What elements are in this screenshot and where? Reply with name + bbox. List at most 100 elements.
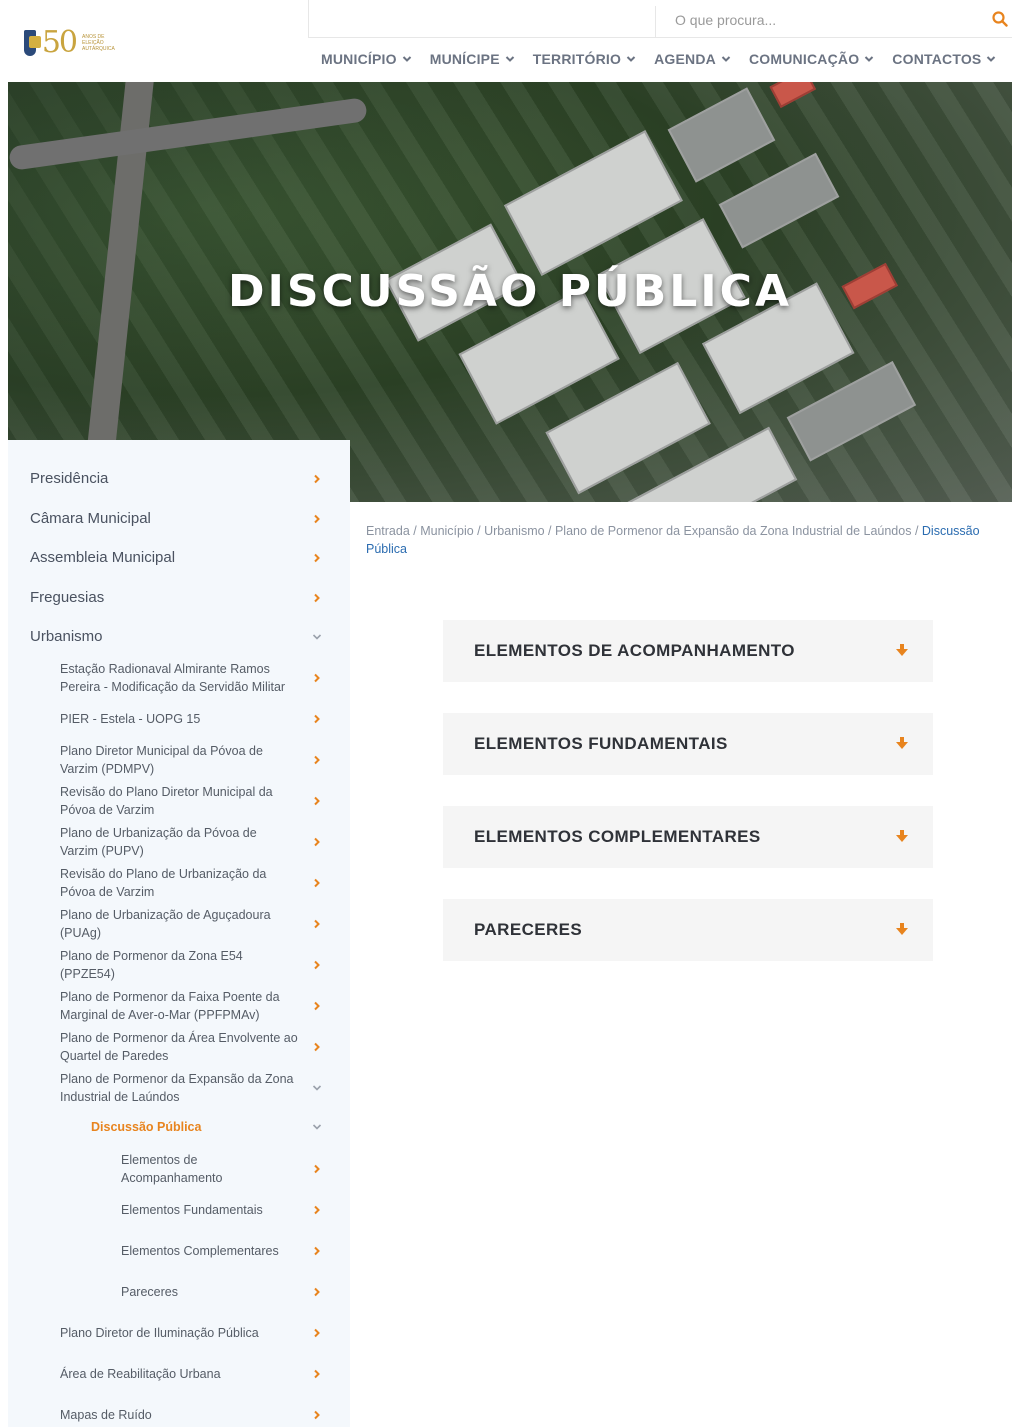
nav-contactos[interactable]: CONTACTOS (883, 46, 1005, 72)
sidebar-item-revisao-pdm[interactable]: Revisão do Plano Diretor Municipal da Pó… (8, 783, 350, 819)
sidebar-item-urbanismo[interactable]: Urbanismo (8, 628, 350, 646)
hero-building (769, 82, 817, 108)
nav-label: MUNICÍPIO (321, 51, 397, 67)
arrow-down-icon (896, 830, 908, 842)
hero-road (8, 97, 368, 171)
sidebar-item-label: Plano Diretor de Iluminação Pública (60, 1326, 259, 1340)
chevron-down-icon (987, 56, 996, 62)
main-nav: MUNICÍPIO MUNÍCIPE TERRITÓRIO AGENDA COM… (312, 46, 1005, 72)
arrow-down-icon (896, 644, 908, 656)
sidebar-item-pupv[interactable]: Plano de Urbanização da Póvoa de Varzim … (8, 824, 350, 860)
sidebar-item-label: Urbanismo (30, 628, 103, 645)
nav-agenda[interactable]: AGENDA (645, 46, 740, 72)
sidebar-item-assembleia[interactable]: Assembleia Municipal (8, 549, 350, 567)
sidebar-item-camara[interactable]: Câmara Municipal (8, 510, 350, 528)
nav-comunicacao[interactable]: COMUNICAÇÃO (740, 46, 883, 72)
sidebar-item-reabilitacao-urbana[interactable]: Área de Reabilitação Urbana (8, 1365, 350, 1383)
sidebar-item-label: Revisão do Plano Diretor Municipal da Pó… (60, 785, 273, 817)
sidebar-item-elementos-fundamentais[interactable]: Elementos Fundamentais (8, 1201, 350, 1219)
sidebar-item-expansao-launds[interactable]: Plano de Pormenor da Expansão da Zona In… (8, 1070, 350, 1106)
sidebar-item-label: Plano de Pormenor da Zona E54 (PPZE54) (60, 949, 243, 981)
sidebar-item-label: Mapas de Ruído (60, 1408, 152, 1422)
nav-label: TERRITÓRIO (532, 51, 622, 67)
sidebar-item-mapas-ruido[interactable]: Mapas de Ruído (8, 1406, 350, 1424)
sidebar-item-label: Estação Radionaval Almirante Ramos Perei… (60, 662, 286, 694)
sidebar-item-pier-estela[interactable]: PIER - Estela - UOPG 15 (8, 710, 350, 728)
sidebar-item-revisao-pu[interactable]: Revisão do Plano de Urbanização da Póvoa… (8, 865, 350, 901)
site-logo[interactable]: 50 ANOS DE ELEIÇÃO AUTÁRQUICA (24, 26, 115, 60)
sidebar-item-label: Pareceres (121, 1285, 178, 1299)
sidebar-item-pdmpv[interactable]: Plano Diretor Municipal da Póvoa de Varz… (8, 742, 350, 778)
chevron-right-icon (314, 673, 320, 683)
sidebar-item-label: Plano Diretor Municipal da Póvoa de Varz… (60, 744, 263, 776)
chevron-right-icon (314, 593, 320, 603)
chevron-right-icon (314, 1287, 320, 1297)
sidebar-item-pareceres[interactable]: Pareceres (8, 1283, 350, 1301)
nav-municipio[interactable]: MUNICÍPIO (312, 46, 421, 72)
page-title: DISCUSSÃO PÚBLICA (227, 266, 793, 317)
chevron-down-icon (312, 1085, 322, 1091)
sidebar-item-iluminacao-publica[interactable]: Plano Diretor de Iluminação Pública (8, 1324, 350, 1342)
sidebar-item-label: Presidência (30, 470, 109, 487)
nav-municipe[interactable]: MUNÍCIPE (421, 46, 524, 72)
sidebar-item-label: Freguesias (30, 589, 105, 606)
chevron-down-icon (721, 56, 731, 62)
arrow-down-icon (896, 737, 908, 749)
accordion-pareceres[interactable]: PARECERES (443, 899, 933, 961)
accordion-title: ELEMENTOS COMPLEMENTARES (474, 827, 761, 846)
sidebar-item-freguesias[interactable]: Freguesias (8, 589, 350, 607)
nav-label: COMUNICAÇÃO (748, 51, 860, 67)
chevron-right-icon (314, 474, 320, 484)
search-input[interactable] (675, 6, 975, 34)
sidebar-item-ppze54[interactable]: Plano de Pormenor da Zona E54 (PPZE54) (8, 947, 350, 983)
search-divider (655, 6, 656, 37)
chevron-right-icon (314, 1410, 320, 1420)
chevron-right-icon (314, 1042, 320, 1052)
sidebar-item-elementos-complementares[interactable]: Elementos Complementares (8, 1242, 350, 1260)
accordion-elementos-acompanhamento[interactable]: ELEMENTOS DE ACOMPANHAMENTO (443, 620, 933, 682)
sidebar-item-label: Plano de Pormenor da Expansão da Zona In… (60, 1072, 294, 1104)
chevron-right-icon (314, 1205, 320, 1215)
sidebar-item-label: PIER - Estela - UOPG 15 (60, 712, 201, 726)
sidebar-item-estacao-radionaval[interactable]: Estação Radionaval Almirante Ramos Perei… (8, 660, 350, 696)
sidebar-item-label: Plano de Pormenor da Área Envolvente ao … (60, 1031, 298, 1063)
sidebar-item-ppfpmav[interactable]: Plano de Pormenor da Faixa Poente da Mar… (8, 988, 350, 1024)
chevron-right-icon (314, 1164, 320, 1174)
chevron-right-icon (314, 714, 320, 724)
chevron-right-icon (314, 796, 320, 806)
sidebar: Presidência Câmara Municipal Assembleia … (8, 440, 350, 1427)
sidebar-item-puag[interactable]: Plano de Urbanização de Aguçadoura (PUAg… (8, 906, 350, 942)
breadcrumb-trail[interactable]: Entrada / Município / Urbanismo / Plano … (366, 524, 922, 538)
chevron-right-icon (314, 755, 320, 765)
chevron-right-icon (314, 878, 320, 888)
logo-tagline: ANOS DE ELEIÇÃO AUTÁRQUICA (82, 34, 115, 52)
sidebar-item-label: Plano de Urbanização da Póvoa de Varzim … (60, 826, 257, 858)
sidebar-item-discussao-publica[interactable]: Discussão Pública (8, 1118, 350, 1136)
sidebar-item-label: Plano de Pormenor da Faixa Poente da Mar… (60, 990, 280, 1022)
chevron-right-icon (314, 919, 320, 929)
sidebar-item-label: Elementos de Acompanhamento (121, 1153, 223, 1185)
chevron-down-icon (505, 56, 514, 62)
sidebar-item-label: Elementos Complementares (121, 1244, 279, 1258)
nav-label: AGENDA (654, 51, 716, 67)
nav-label: CONTACTOS (892, 51, 982, 67)
chevron-right-icon (314, 1246, 320, 1256)
chevron-down-icon (865, 56, 874, 62)
accordion-title: PARECERES (474, 920, 583, 939)
sidebar-item-quartel-paredes[interactable]: Plano de Pormenor da Área Envolvente ao … (8, 1029, 350, 1065)
search-icon[interactable] (992, 11, 1008, 27)
hero-banner: DISCUSSÃO PÚBLICA (8, 82, 1012, 502)
sidebar-item-presidencia[interactable]: Presidência (8, 470, 350, 488)
chevron-down-icon (402, 56, 411, 62)
arrow-down-icon (896, 923, 908, 935)
hero-building (667, 87, 776, 183)
accordion-elementos-fundamentais[interactable]: ELEMENTOS FUNDAMENTAIS (443, 713, 933, 775)
chevron-right-icon (314, 553, 320, 563)
chevron-right-icon (314, 960, 320, 970)
chevron-down-icon (312, 1124, 322, 1130)
accordion-elementos-complementares[interactable]: ELEMENTOS COMPLEMENTARES (443, 806, 933, 868)
nav-territorio[interactable]: TERRITÓRIO (524, 46, 645, 72)
sidebar-item-elementos-acompanhamento[interactable]: Elementos de Acompanhamento (8, 1151, 350, 1187)
sidebar-item-label: Revisão do Plano de Urbanização da Póvoa… (60, 867, 267, 899)
coat-of-arms-icon (24, 30, 41, 56)
